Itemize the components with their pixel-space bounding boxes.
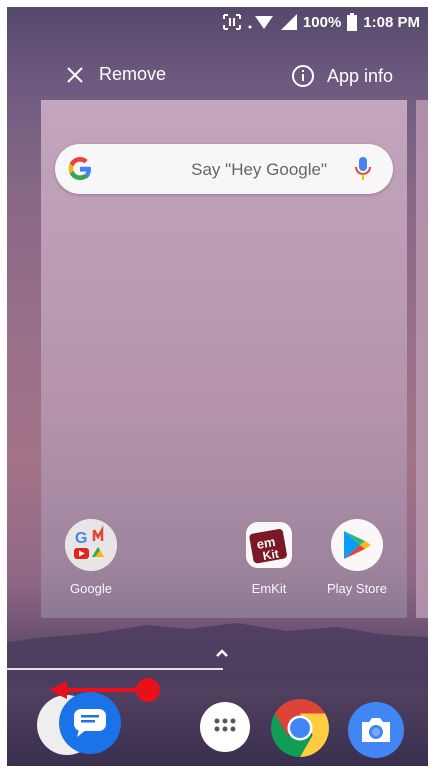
- close-icon: [67, 66, 83, 83]
- emkit-icon: em Kit: [246, 522, 292, 568]
- info-icon: [291, 65, 314, 87]
- svg-text:G: G: [75, 530, 87, 547]
- camera-icon[interactable]: [348, 702, 404, 758]
- app-google-folder[interactable]: G Google: [51, 519, 131, 596]
- app-label: EmKit: [251, 581, 287, 596]
- home-screen-recents: 100% 1:08 PM Remove App info Say "Hey Go…: [7, 7, 428, 766]
- app-drawer-chevron-up-icon[interactable]: [215, 642, 229, 663]
- recent-app-card[interactable]: Say "Hey Google" G Google em Kit EmKit P…: [41, 100, 407, 618]
- wifi-icon: [248, 16, 273, 29]
- signal-icon: [280, 14, 297, 30]
- status-bar: 100% 1:08 PM: [7, 7, 428, 37]
- google-g-icon: [68, 157, 91, 180]
- app-emkit[interactable]: em Kit EmKit: [229, 519, 309, 596]
- remove-button[interactable]: Remove: [65, 64, 166, 85]
- app-info-button[interactable]: App info: [291, 64, 393, 88]
- app-info-label: App info: [326, 65, 393, 86]
- play-store-icon: [331, 519, 383, 571]
- battery-icon: [347, 13, 358, 31]
- app-drawer-icon[interactable]: [200, 702, 250, 752]
- remove-label: Remove: [99, 64, 167, 84]
- app-label: Play Store: [327, 581, 387, 596]
- dock-divider: [7, 668, 223, 670]
- app-play-store[interactable]: Play Store: [317, 519, 397, 596]
- recents-header: Remove App info: [7, 59, 428, 93]
- search-hint: Say "Hey Google": [191, 160, 327, 179]
- app-label: Google: [70, 581, 112, 596]
- scanner-icon: [222, 14, 241, 30]
- clock: 1:08 PM: [363, 13, 420, 31]
- next-recent-card-edge[interactable]: [416, 100, 428, 618]
- battery-percent: 100%: [302, 13, 342, 31]
- chrome-icon[interactable]: [271, 699, 329, 757]
- google-folder-icon: G: [65, 519, 117, 571]
- google-search-bar[interactable]: Say "Hey Google": [55, 144, 393, 194]
- swipe-gesture-arrow-icon: [49, 678, 160, 702]
- svg-text:Kit: Kit: [262, 547, 280, 564]
- microphone-icon[interactable]: [355, 157, 371, 181]
